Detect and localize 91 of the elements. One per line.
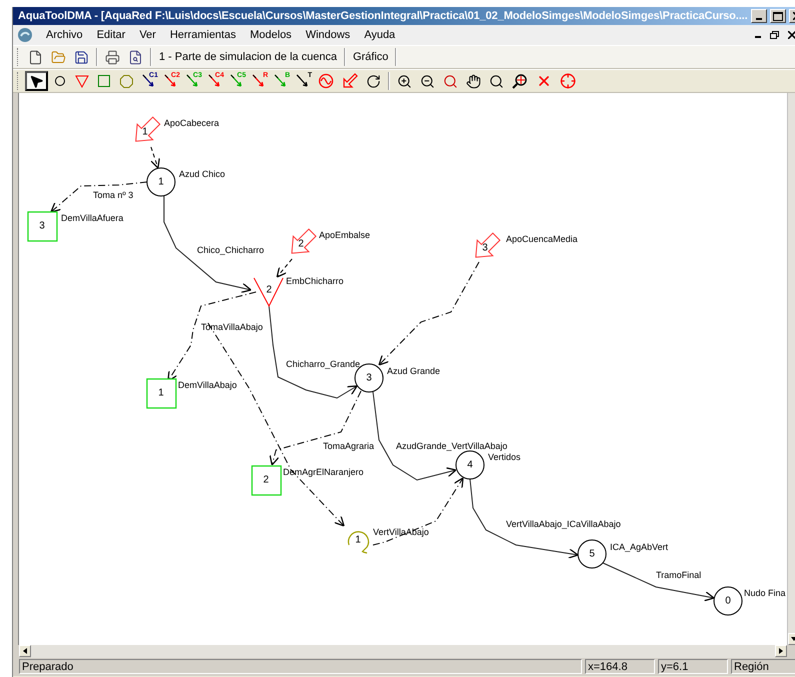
triangle-icon xyxy=(75,74,89,88)
node-label: ApoCabecera xyxy=(164,118,220,128)
node-label: DemVillaAfuera xyxy=(61,213,124,223)
circle-icon xyxy=(54,75,66,87)
menu-item[interactable]: Herramientas xyxy=(162,29,243,41)
status-message: Preparado xyxy=(19,659,582,674)
horizontal-scrollbar[interactable] xyxy=(31,645,775,658)
print-preview-icon xyxy=(128,50,143,64)
x-coordinate: x=164.8 xyxy=(585,659,655,674)
menu-item[interactable]: Ver xyxy=(132,29,163,41)
link-arrow[interactable] xyxy=(150,146,160,169)
mode-indicator: Región xyxy=(731,659,795,674)
inflow-node[interactable]: 3 xyxy=(475,232,501,258)
link-arrow-icon xyxy=(164,73,178,89)
app-logo-icon xyxy=(17,27,33,43)
link-arrow-icon xyxy=(296,73,310,89)
node-label: ICA_AgAbVert xyxy=(610,542,668,552)
junction-node[interactable]: 5 xyxy=(578,540,606,568)
node-label: EmbChicharro xyxy=(286,276,344,286)
crosshair-icon xyxy=(560,73,576,89)
folder-icon xyxy=(51,50,66,64)
link-label: AzudGrande_VertVillaAbajo xyxy=(396,441,508,451)
node-label: ApoEmbalse xyxy=(319,230,370,240)
demand-node[interactable]: 3 xyxy=(27,211,58,242)
return-node[interactable]: 1 xyxy=(348,531,370,554)
link-arrow[interactable] xyxy=(268,306,358,399)
junction-node[interactable]: 1 xyxy=(146,168,176,196)
link-label: TomaAgraria xyxy=(323,441,374,451)
tool-button[interactable] xyxy=(25,71,48,91)
right-arrow-icon xyxy=(779,648,783,654)
link-label: VertVillaAbajo_ICaVillaAbajo xyxy=(506,519,621,529)
left-arrow-icon xyxy=(23,648,27,654)
link-arrow-icon xyxy=(142,73,156,89)
link-arrow[interactable] xyxy=(50,182,148,213)
window-title: AquaToolDMA - [AquaRed F:\Luis\docs\Escuela\Cursos\MasterGestionIntegral\Practica\01_02_ModeloSimges\ModeloSimges\PracticaCurso.... xyxy=(18,10,748,22)
save-icon xyxy=(74,50,89,64)
maximize-icon xyxy=(772,12,783,20)
scroll-left-button[interactable] xyxy=(19,645,31,657)
link-label: Toma nº 3 xyxy=(93,190,134,200)
menu-item[interactable]: Archivo xyxy=(39,29,90,41)
close-icon xyxy=(788,31,795,39)
menu-item[interactable]: Modelos xyxy=(242,29,299,41)
link-label: TomaVillaAbajo xyxy=(201,322,263,332)
link-arrow-icon xyxy=(208,73,222,89)
zoom-out-icon xyxy=(420,74,435,88)
demand-node[interactable]: 1 xyxy=(146,378,177,409)
y-coordinate: y=6.1 xyxy=(658,659,728,674)
link-arrow[interactable] xyxy=(372,477,464,546)
link-label: Chico_Chicharro xyxy=(197,245,264,255)
zoom-target-icon xyxy=(512,73,528,89)
square-icon xyxy=(97,74,111,88)
link-label: TramoFinal xyxy=(656,570,702,580)
reservoir-node[interactable]: 2 xyxy=(254,278,284,308)
inflow-node[interactable]: 1 xyxy=(135,116,161,142)
maximize-button[interactable] xyxy=(770,9,786,23)
scroll-right-button[interactable] xyxy=(775,645,787,657)
zoom-in-icon xyxy=(397,74,412,88)
node-label: DemVillaAbajo xyxy=(178,380,237,390)
node-label: VertVillaAbajo xyxy=(373,527,429,537)
inflow-node[interactable]: 2 xyxy=(291,228,317,254)
sine-circle-icon xyxy=(318,73,334,89)
new-file-icon xyxy=(28,50,43,64)
octagon-icon xyxy=(119,74,134,88)
link-arrow[interactable] xyxy=(276,258,292,278)
restore-icon xyxy=(770,31,779,39)
node-label: Azud Chico xyxy=(179,169,226,179)
zoom-icon xyxy=(443,74,458,88)
node-label: Nudo Fina xyxy=(744,588,786,598)
menu-item[interactable]: Ayuda xyxy=(357,29,402,41)
link-arrow-icon xyxy=(230,73,244,89)
hand-icon xyxy=(466,74,481,88)
minimize-button[interactable] xyxy=(750,9,767,23)
link-arrow-icon xyxy=(252,73,266,89)
graphic-button[interactable]: Gráfico xyxy=(350,47,392,67)
menu-item[interactable]: Windows xyxy=(298,29,358,41)
node-label: Vertidos xyxy=(488,452,521,462)
link-arrow-icon xyxy=(186,73,200,89)
junction-node[interactable]: 0 xyxy=(714,586,742,616)
node-label: ApoCuencaMedia xyxy=(506,234,578,244)
pointer-icon xyxy=(29,74,44,88)
scheme-button[interactable]: 1 - Parte de simulacion de la cuenca xyxy=(156,47,340,67)
inflow-arrow-icon xyxy=(342,73,358,89)
link-arrow[interactable] xyxy=(602,562,715,602)
search-icon xyxy=(489,74,504,88)
curved-arrow-icon xyxy=(366,74,381,88)
demand-node[interactable]: 2 xyxy=(251,465,282,496)
junction-node[interactable]: 4 xyxy=(456,450,484,480)
node-label: Azud Grande xyxy=(387,366,440,376)
link-arrow-icon xyxy=(274,73,288,89)
menu-item[interactable]: Editar xyxy=(90,29,132,41)
printer-icon xyxy=(105,50,120,64)
